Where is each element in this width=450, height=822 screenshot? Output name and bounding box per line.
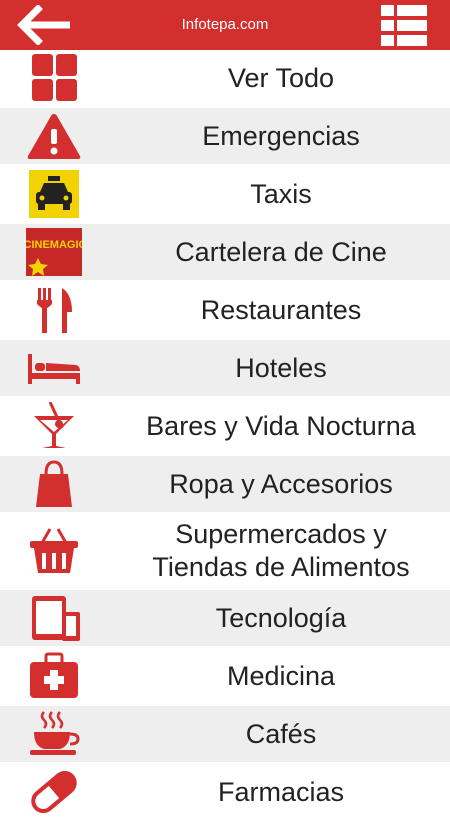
category-row-ver-todo[interactable]: Ver Todo (0, 50, 450, 108)
warning-icon (26, 112, 82, 160)
list-menu-icon (381, 5, 427, 46)
category-list: Ver Todo Emergencias Taxis CINEMAGI Cart… (0, 50, 450, 822)
coffee-cup-icon (26, 710, 82, 758)
cinemagic-logo-icon: CINEMAGIC (26, 228, 82, 276)
shopping-bag-icon (26, 460, 82, 508)
medical-kit-icon (26, 652, 82, 700)
devices-icon (26, 594, 82, 642)
category-row-tecnologia[interactable]: Tecnología (0, 590, 450, 648)
category-row-taxis[interactable]: Taxis (0, 166, 450, 224)
category-label: Cafés (245, 719, 317, 749)
cocktail-icon (26, 402, 82, 450)
taxi-icon (26, 170, 82, 218)
category-row-restaurantes[interactable]: Restaurantes (0, 282, 450, 340)
category-row-hoteles[interactable]: Hoteles (0, 340, 450, 398)
grid-icon (26, 54, 82, 102)
category-label: Supermercados y Tiendas de Alimentos (152, 519, 410, 582)
category-label: Ropa y Accesorios (169, 469, 393, 499)
category-row-medicina[interactable]: Medicina (0, 648, 450, 706)
category-label: Cartelera de Cine (175, 237, 387, 267)
category-row-emergencias[interactable]: Emergencias (0, 108, 450, 166)
category-row-bares[interactable]: Bares y Vida Nocturna (0, 398, 450, 456)
category-row-cartelera-de-cine[interactable]: CINEMAGIC Cartelera de Cine (0, 224, 450, 282)
bed-icon (26, 344, 82, 392)
basket-icon (26, 527, 82, 575)
category-label: Restaurantes (200, 295, 362, 325)
category-label: Tecnología (215, 603, 347, 633)
pill-icon (26, 768, 82, 816)
category-row-ropa[interactable]: Ropa y Accesorios (0, 456, 450, 514)
category-label: Hoteles (235, 353, 327, 383)
fork-knife-icon (26, 286, 82, 334)
cinemagic-logo-text: CINEMAGIC (26, 239, 82, 251)
category-label: Medicina (226, 661, 336, 691)
category-label: Bares y Vida Nocturna (146, 411, 416, 441)
category-row-farmacias[interactable]: Farmacias (0, 764, 450, 822)
category-row-supermercados[interactable]: Supermercados y Tiendas de Alimentos (0, 514, 450, 590)
list-menu-button[interactable] (380, 4, 428, 48)
category-row-cafes[interactable]: Cafés (0, 706, 450, 764)
category-label: Farmacias (217, 777, 345, 807)
category-label: Taxis (250, 179, 312, 209)
category-label: Emergencias (202, 121, 360, 151)
app-header: Infotepa.com (0, 0, 450, 50)
category-label: Ver Todo (227, 63, 335, 93)
